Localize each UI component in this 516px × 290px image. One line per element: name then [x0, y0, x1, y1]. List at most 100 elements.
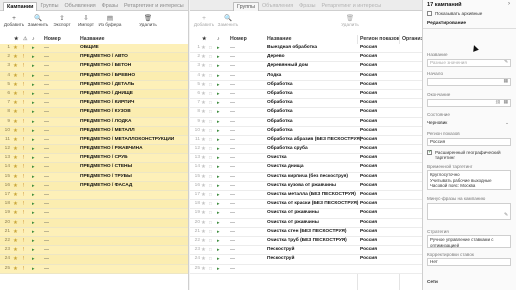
table-row[interactable]: 11 ★ □ ▸ — Обработка абразив (БЕЗ ПЕСКОСТРУЯ)…: [190, 135, 422, 146]
table-row[interactable]: 21 ★! ▸ —: [0, 227, 188, 237]
table-row[interactable]: 17 ★! ▸ —: [0, 191, 188, 201]
checkbox-icon[interactable]: □: [209, 173, 212, 182]
star-icon[interactable]: ★: [201, 99, 206, 108]
table-row[interactable]: 20 ★ □ ▸ — Очистка от ржавчины Россия: [190, 218, 422, 228]
table-row[interactable]: 3 ★ □ ▸ — Деревянный дом Россия: [190, 62, 422, 72]
star-icon[interactable]: ★: [201, 154, 206, 163]
checkbox-icon[interactable]: □: [209, 219, 212, 228]
star-icon[interactable]: ★: [13, 237, 18, 246]
star-icon[interactable]: ★: [13, 265, 18, 274]
checkbox-icon[interactable]: □: [209, 90, 212, 99]
star-icon[interactable]: ★: [201, 127, 206, 136]
end-date-input[interactable]: ⛓ ▦: [427, 99, 511, 107]
checkbox-icon[interactable]: □: [209, 72, 212, 81]
table-row[interactable]: 5 ★! ▸ — ПРЕДМЕТНО / ДЕТАЛЬ: [0, 80, 188, 90]
star-icon[interactable]: ★: [13, 163, 18, 172]
table-row[interactable]: 16 ★ □ ▸ — Очистка кузова от ржавчины Россия: [190, 181, 422, 191]
tab-3[interactable]: Ретаргетинг и интересы: [319, 2, 385, 11]
table-row[interactable]: 14 ★! ▸ — ПРЕДМЕТНО / СТЕНЫ: [0, 163, 188, 173]
tab-1[interactable]: Группы: [37, 2, 61, 11]
star-icon[interactable]: ★: [201, 108, 206, 117]
star-icon[interactable]: ★: [201, 118, 206, 127]
star-icon[interactable]: ★: [201, 265, 206, 274]
calendar-icon[interactable]: ▦: [503, 79, 508, 85]
table-row[interactable]: 9 ★! ▸ — ПРЕДМЕТНО / ЛОДКА: [0, 117, 188, 127]
table-row[interactable]: 21 ★ □ ▸ — Очистка стен (БЕЗ ПЕСКОСТРУЯ) Росси…: [190, 227, 422, 237]
tab-1[interactable]: Объявления: [259, 2, 296, 11]
number-column-header[interactable]: Номер: [44, 35, 61, 43]
tab-0[interactable]: Кампании: [3, 2, 38, 11]
show-archived-checkbox[interactable]: Показывать архивные: [427, 11, 482, 16]
star-icon[interactable]: ★: [13, 182, 18, 191]
star-icon[interactable]: ★: [13, 173, 18, 182]
table-row[interactable]: 1 ★ □ ▸ — Выездная обработка Россия: [190, 44, 422, 54]
checkbox-icon[interactable]: □: [209, 209, 212, 218]
table-row[interactable]: 13 ★ □ ▸ — Очистка Россия: [190, 154, 422, 164]
bid-adjustments-field[interactable]: Нет: [427, 258, 511, 266]
tab-0[interactable]: Группы: [233, 2, 259, 11]
star-icon[interactable]: ★: [201, 255, 206, 264]
star-icon[interactable]: ★: [13, 118, 18, 127]
checkbox-icon[interactable]: □: [209, 53, 212, 62]
table-row[interactable]: 12 ★ □ ▸ — Обработка сруба Россия: [190, 145, 422, 155]
star-icon[interactable]: ★: [201, 90, 206, 99]
table-row[interactable]: 18 ★! ▸ —: [0, 200, 188, 210]
toolbar-button-2[interactable]: 🗑 Удалить: [338, 12, 362, 32]
region-input[interactable]: Россия: [427, 138, 511, 146]
toolbar-button-2[interactable]: ⇪ Экспорт: [50, 12, 74, 32]
table-row[interactable]: 2 ★ □ ▸ — Дерево Россия: [190, 53, 422, 63]
table-row[interactable]: 4 ★! ▸ — ПРЕДМЕТНО / БРЕВНО: [0, 71, 188, 81]
table-row[interactable]: 19 ★! ▸ —: [0, 209, 188, 219]
table-row[interactable]: 1 ★! ▸ — ОБЩИЕ: [0, 44, 188, 54]
star-icon[interactable]: ★: [201, 191, 206, 200]
star-icon[interactable]: ★: [13, 219, 18, 228]
checkbox-icon[interactable]: □: [209, 44, 212, 53]
table-row[interactable]: 20 ★! ▸ —: [0, 218, 188, 228]
table-row[interactable]: 15 ★! ▸ — ПРЕДМЕТНО / ТРУБЫ: [0, 172, 188, 182]
toolbar-button-0[interactable]: + Добавить: [2, 12, 26, 32]
star-icon[interactable]: ★: [13, 72, 18, 81]
table-row[interactable]: 5 ★ □ ▸ — Обработка Россия: [190, 80, 422, 90]
star-icon[interactable]: ★: [13, 53, 18, 62]
region-column-header[interactable]: Регион показов: [360, 35, 400, 43]
checkbox-icon[interactable]: [427, 11, 432, 16]
checkbox-icon[interactable]: □: [209, 237, 212, 246]
table-row[interactable]: 23 ★! ▸ —: [0, 246, 188, 256]
checkbox-icon[interactable]: □: [209, 265, 212, 274]
checkbox-icon[interactable]: □: [209, 255, 212, 264]
table-row[interactable]: 22 ★! ▸ —: [0, 236, 188, 247]
tab-2[interactable]: Объявления: [61, 2, 98, 11]
table-row[interactable]: 22 ★ □ ▸ — Очистка труб (БЕЗ ПЕСКОСТРУЯ) Росси…: [190, 236, 422, 247]
table-row[interactable]: 19 ★ □ ▸ — Очистка от ржавчины Россия: [190, 209, 422, 219]
table-row[interactable]: 10 ★! ▸ — ПРЕДМЕТНО / МЕТАЛЛ: [0, 126, 188, 136]
checkbox-icon[interactable]: □: [209, 62, 212, 71]
status-select[interactable]: Черновик ⌄: [427, 119, 511, 127]
name-column-header[interactable]: Название: [80, 35, 105, 43]
star-icon[interactable]: ★: [201, 145, 206, 154]
chevron-down-icon[interactable]: ⌄: [505, 119, 509, 127]
toolbar-button-4[interactable]: ▤ Из буфера: [98, 12, 122, 32]
flag-column-header[interactable]: ♪: [217, 35, 220, 43]
star-icon[interactable]: ★: [201, 81, 206, 90]
name-input[interactable]: Разные значения ✎: [427, 59, 511, 67]
checkbox-icon[interactable]: □: [209, 200, 212, 209]
table-row[interactable]: 6 ★ □ ▸ — Обработка Россия: [190, 89, 422, 100]
star-icon[interactable]: ★: [13, 200, 18, 209]
toolbar-button-1[interactable]: 🔍 Заменить: [26, 12, 50, 32]
checkbox-icon[interactable]: □: [209, 228, 212, 237]
collapse-icon[interactable]: ›: [508, 1, 510, 7]
warning-column-header[interactable]: ⚠: [23, 35, 28, 43]
checkbox-icon[interactable]: □: [209, 118, 212, 127]
star-icon[interactable]: ★: [13, 99, 18, 108]
table-row[interactable]: 12 ★! ▸ — ПРЕДМЕТНО / РЖАВЧИНА: [0, 145, 188, 155]
checkbox-icon[interactable]: □: [209, 81, 212, 90]
checkbox-icon[interactable]: □: [209, 191, 212, 200]
number-column-header[interactable]: Номер: [230, 35, 247, 43]
star-column-header[interactable]: ★: [14, 35, 19, 43]
star-icon[interactable]: ★: [13, 136, 18, 145]
checkbox-icon[interactable]: □: [209, 163, 212, 172]
table-row[interactable]: 7 ★ □ ▸ — Обработка Россия: [190, 99, 422, 109]
star-icon[interactable]: ★: [13, 209, 18, 218]
table-row[interactable]: 2 ★! ▸ — ПРЕДМЕТНО / АВТО: [0, 53, 188, 63]
star-icon[interactable]: ★: [201, 237, 206, 246]
